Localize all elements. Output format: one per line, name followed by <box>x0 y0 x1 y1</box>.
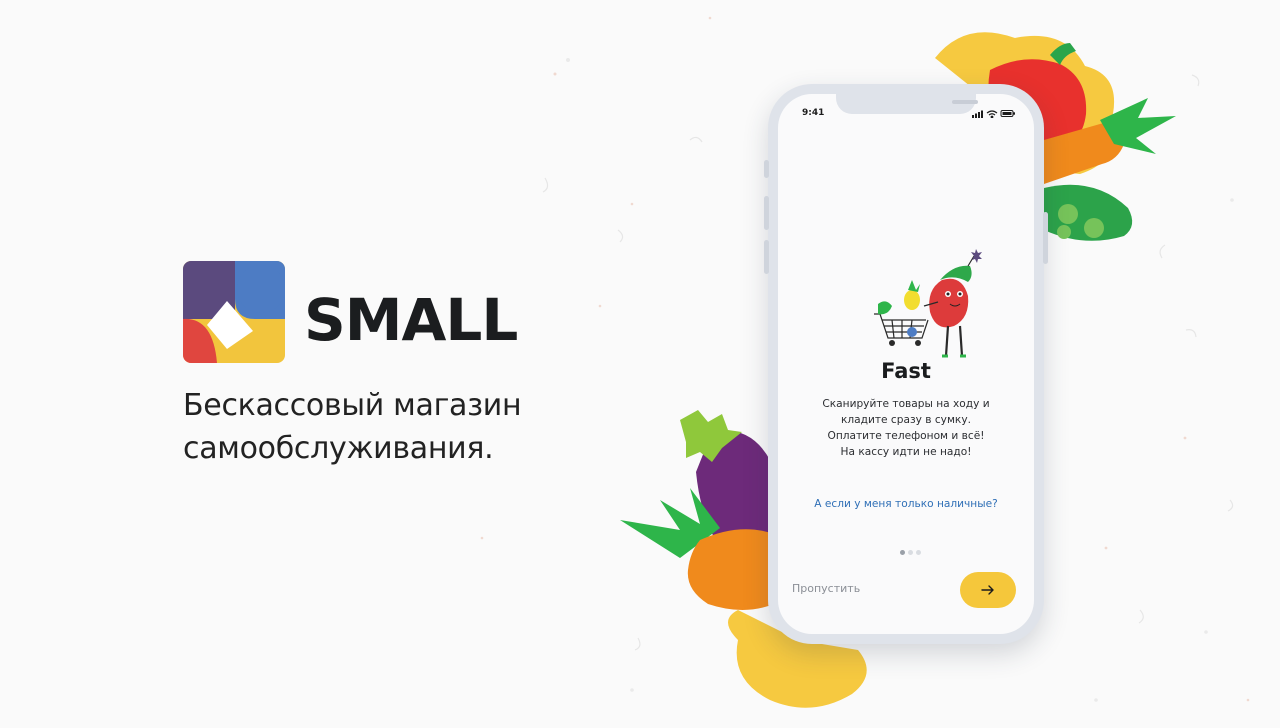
tagline-line-2: самообслуживания. <box>183 431 494 466</box>
skip-button[interactable]: Пропустить <box>792 582 860 595</box>
description-line: кладите сразу в сумку. <box>841 414 971 426</box>
phone-mute-switch <box>764 160 769 178</box>
onboarding-title: Fast <box>881 359 931 383</box>
pagination-dots <box>900 550 930 556</box>
phone-notch <box>836 94 978 114</box>
brand-tagline: Бескассовый магазин самообслуживания. <box>183 384 603 470</box>
phone-speaker <box>952 100 978 104</box>
next-button[interactable] <box>960 572 1016 608</box>
brand-wordmark: SMALL <box>304 286 518 354</box>
pagination-dot <box>916 550 921 555</box>
tagline-line-1: Бескассовый магазин <box>183 388 522 423</box>
status-bar-icons <box>972 110 1015 118</box>
onboarding-description: Сканируйте товары на ходу и кладите сраз… <box>792 396 1020 460</box>
vegetable-decoration <box>620 32 1176 708</box>
promo-banner: SMALL Бескассовый магазин самообслуживан… <box>0 0 1280 728</box>
phone-power-button <box>1043 212 1048 264</box>
description-line: Оплатите телефоном и всё! <box>827 430 985 442</box>
beet-mascot-illustration <box>874 249 982 358</box>
description-line: На кассу идти не надо! <box>840 446 972 458</box>
phone-volume-down <box>764 240 769 274</box>
arrow-right-icon <box>981 585 994 595</box>
pagination-dot <box>908 550 913 555</box>
pagination-dot-active <box>900 550 905 555</box>
description-line: Сканируйте товары на ходу и <box>822 398 990 410</box>
small-logo-icon <box>183 261 285 363</box>
status-bar-time: 9:41 <box>802 108 825 118</box>
phone-mockup: 9:41 Fast Сканируйте товары на ходу и кл… <box>764 84 1048 644</box>
battery-icon <box>1000 110 1015 117</box>
phone-volume-up <box>764 196 769 230</box>
wifi-icon <box>986 110 998 118</box>
cash-payment-link[interactable]: А если у меня только наличные? <box>778 498 1034 510</box>
signal-icon <box>972 110 983 118</box>
onboarding-screen: 9:41 Fast Сканируйте товары на ходу и кл… <box>778 94 1034 634</box>
